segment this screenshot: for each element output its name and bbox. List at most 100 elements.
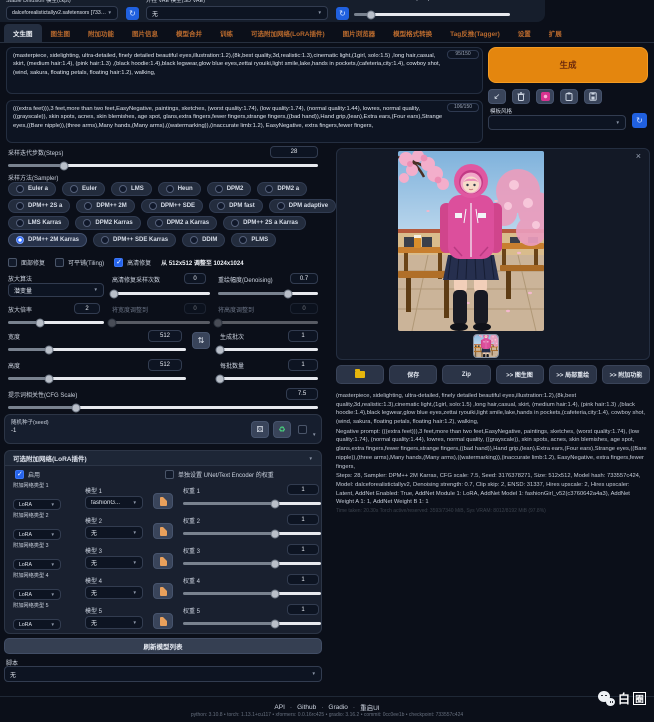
- upscale-by-input[interactable]: 2: [74, 303, 100, 314]
- tab-checkpoint-merger[interactable]: 模型合并: [167, 24, 211, 42]
- tab-model-converter[interactable]: 模型格式转换: [384, 24, 441, 42]
- batch-count-input[interactable]: 1: [288, 330, 318, 342]
- resize-height-slider[interactable]: [218, 321, 318, 324]
- generate-button[interactable]: 生成: [488, 47, 648, 83]
- vae-dropdown[interactable]: 无: [146, 6, 328, 20]
- width-slider[interactable]: [8, 348, 186, 351]
- slider-handle[interactable]: [271, 589, 280, 598]
- slider-handle[interactable]: [109, 289, 118, 298]
- tab-additional-networks[interactable]: 可选附加网络(LoRA插件): [242, 24, 334, 42]
- apply-style-button[interactable]: [560, 89, 578, 104]
- height-input[interactable]: 512: [148, 359, 182, 371]
- height-slider[interactable]: [8, 377, 186, 380]
- resize-width-slider[interactable]: [112, 321, 210, 324]
- tab-settings[interactable]: 设置: [509, 24, 540, 42]
- lora-weight-slider[interactable]: [183, 622, 321, 625]
- negative-prompt-textarea[interactable]: 106/150 (((extra feet))),3 feet,more tha…: [6, 100, 483, 143]
- slider-handle[interactable]: [216, 345, 225, 354]
- lora-model-dropdown[interactable]: fashionG...: [85, 496, 143, 509]
- random-seed-button[interactable]: ⚄: [251, 421, 269, 438]
- refresh-models-button[interactable]: ↻: [126, 7, 139, 20]
- sampler-option[interactable]: DPM fast: [209, 199, 263, 213]
- slider-handle[interactable]: [271, 529, 280, 538]
- lora-weight-input[interactable]: 1: [287, 484, 319, 495]
- lora-weight-slider[interactable]: [183, 562, 321, 565]
- batch-count-slider[interactable]: [220, 348, 318, 351]
- open-folder-button[interactable]: [336, 365, 384, 384]
- style-dropdown[interactable]: [488, 115, 626, 130]
- zip-button[interactable]: Zip: [442, 365, 490, 384]
- steps-slider[interactable]: [8, 164, 318, 167]
- denoising-slider[interactable]: [218, 292, 318, 295]
- hires-fix-checkbox[interactable]: [114, 258, 123, 267]
- footer-link-github[interactable]: Github: [297, 704, 316, 711]
- lora-model-dropdown[interactable]: 无: [85, 556, 143, 569]
- lora-model-dropdown[interactable]: 无: [85, 586, 143, 599]
- lora-type-dropdown[interactable]: LoRA: [13, 589, 61, 600]
- sampler-option[interactable]: DPM2 a Karras: [147, 216, 217, 230]
- slider-handle[interactable]: [108, 318, 117, 327]
- lora-weight-slider[interactable]: [183, 532, 321, 535]
- tiling-checkbox[interactable]: [55, 258, 64, 267]
- generated-image[interactable]: [398, 151, 544, 331]
- lora-weight-input[interactable]: 1: [287, 604, 319, 615]
- footer-link-gradio[interactable]: Gradio: [328, 704, 348, 711]
- slider-handle[interactable]: [35, 318, 44, 327]
- sampler-option[interactable]: LMS: [111, 182, 152, 196]
- sampler-option[interactable]: DPM++ SDE Karras: [93, 233, 176, 247]
- sampler-option[interactable]: DPM++ SDE: [141, 199, 203, 213]
- hires-steps-slider[interactable]: [112, 292, 210, 295]
- slider-handle[interactable]: [44, 345, 53, 354]
- footer-link-reload-ui[interactable]: 重启UI: [360, 702, 380, 712]
- sampler-option[interactable]: DPM2: [207, 182, 252, 196]
- sampler-option[interactable]: Euler: [62, 182, 105, 196]
- positive-prompt-textarea[interactable]: 95/150 (masterpiece, sidelighting, ultra…: [6, 47, 483, 94]
- footer-link-api[interactable]: API: [274, 704, 284, 711]
- save-button[interactable]: 保存: [389, 365, 437, 384]
- close-icon[interactable]: ×: [636, 151, 641, 161]
- lora-weight-slider[interactable]: [183, 592, 321, 595]
- sampler-option[interactable]: LMS Karras: [8, 216, 69, 230]
- batch-size-input[interactable]: 1: [288, 359, 318, 371]
- lora-model-info-button[interactable]: [153, 583, 173, 599]
- clear-prompt-button[interactable]: [512, 89, 530, 104]
- lora-weight-slider[interactable]: [183, 502, 321, 505]
- tab-txt2img[interactable]: 文生图: [4, 24, 42, 42]
- slider-handle[interactable]: [367, 10, 376, 19]
- lora-model-info-button[interactable]: [153, 613, 173, 629]
- caret-down-icon[interactable]: [312, 423, 316, 441]
- cfg-slider[interactable]: [8, 406, 318, 409]
- sampler-option[interactable]: DPM2 a: [257, 182, 307, 196]
- lora-model-info-button[interactable]: [153, 553, 173, 569]
- gallery-thumbnail[interactable]: [473, 334, 499, 358]
- lora-enable-checkbox[interactable]: [15, 470, 24, 479]
- restore-faces-checkbox[interactable]: [8, 258, 17, 267]
- hires-steps-input[interactable]: 0: [184, 273, 206, 284]
- save-style-button[interactable]: [584, 89, 602, 104]
- reuse-seed-button[interactable]: ♻: [273, 421, 291, 438]
- lora-weight-input[interactable]: 1: [287, 574, 319, 585]
- tab-tagger[interactable]: Tag反推(Tagger): [441, 24, 509, 42]
- denoising-input[interactable]: 0.7: [290, 273, 318, 284]
- width-input[interactable]: 512: [148, 330, 182, 342]
- sampler-option[interactable]: Euler a: [8, 182, 56, 196]
- lora-model-info-button[interactable]: [153, 493, 173, 509]
- resize-height-input[interactable]: 0: [290, 303, 318, 314]
- refresh-styles-button[interactable]: ↻: [632, 113, 647, 128]
- lora-separate-weights-checkbox[interactable]: [165, 470, 174, 479]
- additional-networks-accordion[interactable]: 可选附加网络(LoRA插件): [4, 450, 322, 466]
- lora-weight-input[interactable]: 1: [287, 514, 319, 525]
- lora-type-dropdown[interactable]: LoRA: [13, 529, 61, 540]
- sampler-option[interactable]: DPM++ 2S a: [8, 199, 70, 213]
- slider-handle[interactable]: [59, 161, 68, 170]
- slider-handle[interactable]: [72, 403, 81, 412]
- sampler-option[interactable]: DPM++ 2M: [76, 199, 134, 213]
- slider-handle[interactable]: [284, 289, 293, 298]
- slider-handle[interactable]: [271, 559, 280, 568]
- upscaler-dropdown[interactable]: 潜变量: [8, 283, 104, 297]
- sampler-option[interactable]: DPM2 Karras: [75, 216, 140, 230]
- sampler-option[interactable]: Heun: [158, 182, 201, 196]
- paste-params-button[interactable]: ↙: [488, 89, 506, 104]
- sampler-option-selected[interactable]: DPM++ 2M Karras: [8, 233, 87, 247]
- send-to-inpaint-button[interactable]: >> 局部重绘: [549, 365, 597, 384]
